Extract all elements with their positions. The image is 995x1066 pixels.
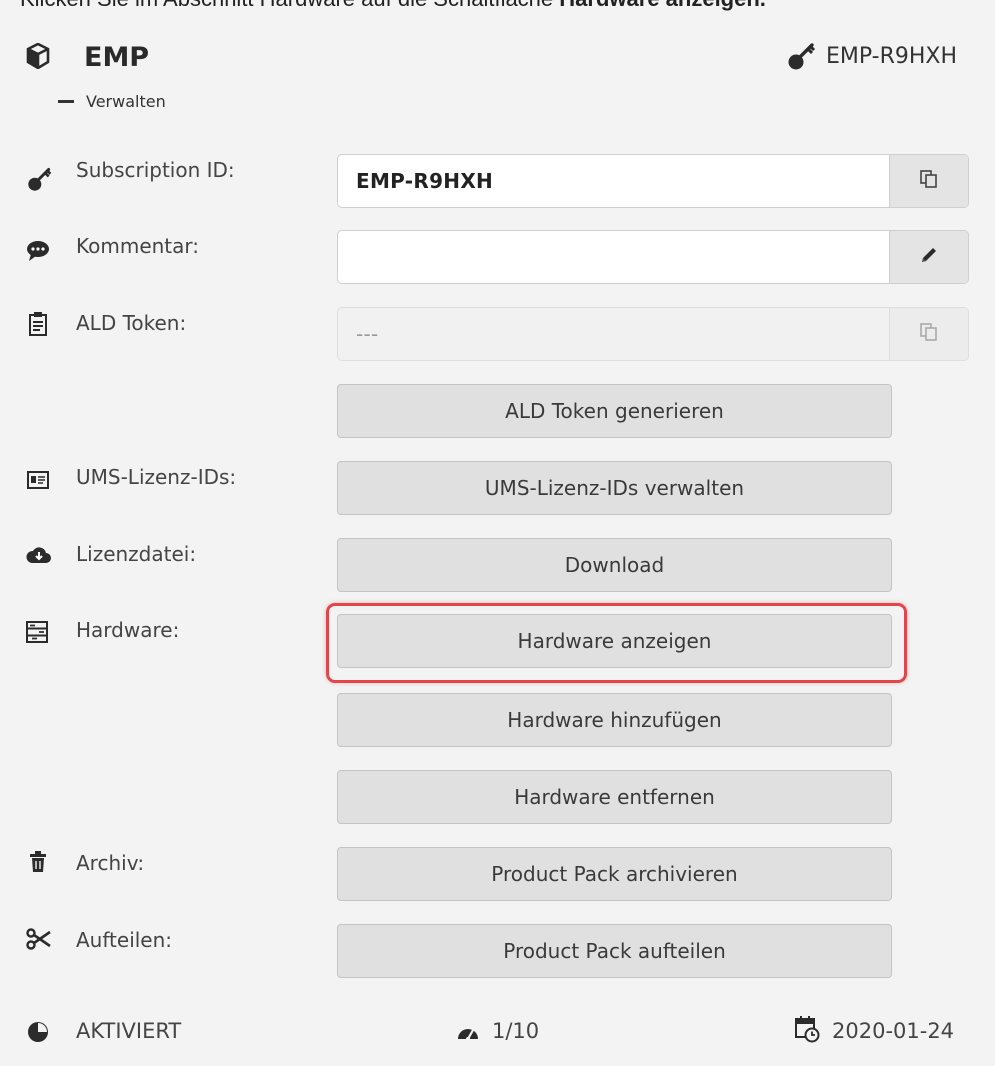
- generate-ald-token-button[interactable]: ALD Token generieren: [337, 384, 892, 438]
- ald-token-field: ---: [337, 307, 969, 361]
- clipboard-icon: [28, 311, 48, 337]
- comment-icon: [26, 240, 50, 262]
- split-label: Aufteilen:: [76, 928, 173, 952]
- cube-icon: [26, 43, 50, 69]
- cut-off-instruction: Klicken Sie im Abschnitt Hardware auf di…: [0, 0, 995, 12]
- ald-token-value: ---: [356, 322, 379, 346]
- header-subscription-id: EMP-R9HXH: [826, 44, 958, 69]
- key-icon: [27, 166, 53, 192]
- split-product-pack-button[interactable]: Product Pack aufteilen: [337, 924, 892, 978]
- manage-ums-ids-button[interactable]: UMS-Lizenz-IDs verwalten: [337, 461, 892, 515]
- id-card-icon: [27, 471, 49, 489]
- archive-label: Archiv:: [76, 851, 145, 875]
- collapse-icon: [58, 100, 74, 103]
- instruction-bold: Hardware anzeigen.: [559, 0, 766, 11]
- usage-count: 1/10: [492, 1019, 540, 1043]
- download-license-button[interactable]: Download: [337, 538, 892, 592]
- license-file-label: Lizenzdatei:: [76, 542, 197, 566]
- hardware-label: Hardware:: [76, 618, 180, 642]
- gauge-icon: [456, 1022, 480, 1042]
- trash-icon: [29, 851, 47, 873]
- status-text: AKTIVIERT: [76, 1019, 182, 1043]
- product-name: EMP: [84, 42, 150, 73]
- subscription-id-value[interactable]: EMP-R9HXH: [356, 155, 493, 207]
- hardware-list-icon: [26, 621, 48, 643]
- comment-field[interactable]: [337, 230, 969, 284]
- ald-token-label: ALD Token:: [76, 311, 187, 335]
- add-hardware-button[interactable]: Hardware hinzufügen: [337, 693, 892, 747]
- remove-hardware-button[interactable]: Hardware entfernen: [337, 770, 892, 824]
- copy-ald-token-button: [889, 308, 968, 360]
- date-text: 2020-01-24: [832, 1019, 955, 1043]
- instruction-text: Klicken Sie im Abschnitt Hardware auf di…: [20, 0, 559, 11]
- copy-icon: [919, 322, 939, 346]
- pencil-icon: [919, 245, 939, 269]
- highlight-frame: [326, 603, 907, 683]
- comment-label: Kommentar:: [76, 234, 200, 258]
- subscription-id-field[interactable]: EMP-R9HXH: [337, 154, 969, 208]
- cloud-download-icon: [26, 543, 52, 565]
- calendar-clock-icon: [794, 1015, 820, 1043]
- copy-subscription-button[interactable]: [889, 155, 968, 207]
- copy-icon: [919, 169, 939, 193]
- key-icon: [787, 41, 817, 71]
- archive-product-pack-button[interactable]: Product Pack archivieren: [337, 847, 892, 901]
- ums-label: UMS-Lizenz-IDs:: [76, 465, 237, 489]
- pie-clock-icon: [27, 1021, 49, 1043]
- subscription-id-label: Subscription ID:: [76, 158, 235, 182]
- manage-toggle[interactable]: Verwalten: [58, 92, 166, 111]
- manage-label: Verwalten: [86, 92, 166, 111]
- edit-comment-button[interactable]: [889, 231, 968, 283]
- scissors-icon: [26, 928, 52, 950]
